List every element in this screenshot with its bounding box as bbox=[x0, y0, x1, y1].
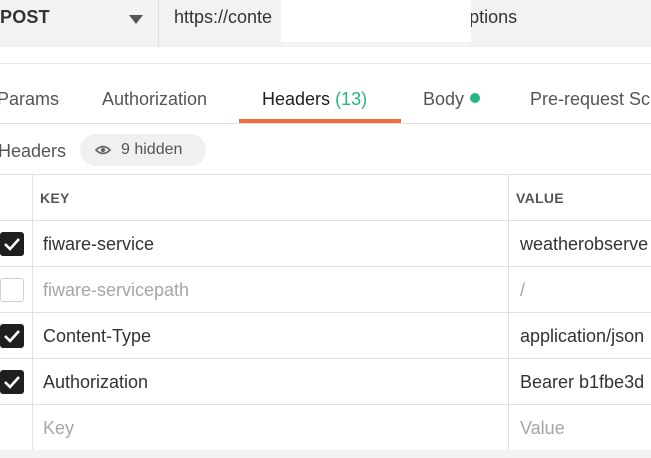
tab-pre-request-script[interactable]: Pre-request Sc bbox=[530, 89, 650, 110]
header-key-cell[interactable]: fiware-servicepath bbox=[43, 280, 189, 301]
new-value-input[interactable]: Value bbox=[520, 418, 565, 439]
check-icon bbox=[4, 330, 20, 343]
tab-params[interactable]: Params bbox=[0, 89, 59, 110]
tab-body-label: Body bbox=[423, 89, 465, 109]
headers-table: KEY VALUE fiware-service weatherobserve … bbox=[0, 174, 651, 451]
new-header-row: Key Value bbox=[0, 405, 651, 451]
header-value-cell[interactable]: Bearer b1fbe3d bbox=[520, 372, 644, 393]
table-row: Content-Type application/json bbox=[0, 313, 651, 359]
url-input[interactable]: https://conte 2/subscriptions bbox=[159, 0, 651, 47]
tab-body[interactable]: Body bbox=[423, 89, 481, 110]
table-row: Authorization Bearer b1fbe3d bbox=[0, 359, 651, 405]
method-label: POST bbox=[0, 7, 50, 27]
header-key-cell[interactable]: Authorization bbox=[43, 372, 148, 393]
row-enable-checkbox[interactable] bbox=[0, 324, 24, 348]
content-indicator-dot bbox=[470, 93, 481, 104]
chevron-down-icon bbox=[129, 15, 143, 24]
column-divider bbox=[32, 175, 33, 451]
check-icon bbox=[4, 238, 20, 251]
tab-authorization[interactable]: Authorization bbox=[102, 89, 207, 110]
check-icon bbox=[4, 376, 20, 389]
column-divider bbox=[508, 175, 509, 451]
request-tabs: Params Authorization Headers (13) Body P… bbox=[0, 64, 651, 124]
header-value-cell[interactable]: application/json bbox=[520, 326, 644, 347]
table-header-row: KEY VALUE bbox=[0, 175, 651, 221]
new-key-input[interactable]: Key bbox=[43, 418, 74, 439]
table-row: fiware-servicepath / bbox=[0, 267, 651, 313]
table-row: fiware-service weatherobserve bbox=[0, 221, 651, 267]
hidden-count-label: 9 hidden bbox=[121, 141, 183, 158]
tab-headers-label: Headers bbox=[262, 89, 331, 109]
row-enable-checkbox[interactable] bbox=[0, 370, 24, 394]
redaction-box bbox=[439, 0, 471, 42]
column-header-value: VALUE bbox=[516, 190, 564, 206]
column-header-key: KEY bbox=[40, 190, 70, 206]
active-tab-indicator bbox=[239, 119, 401, 123]
header-value-cell[interactable]: / bbox=[520, 280, 525, 301]
header-key-cell[interactable]: fiware-service bbox=[43, 234, 154, 255]
eye-icon bbox=[95, 145, 111, 155]
header-key-cell[interactable]: Content-Type bbox=[43, 326, 151, 347]
table-footer bbox=[0, 450, 651, 458]
tab-headers[interactable]: Headers (13) bbox=[262, 89, 367, 110]
headers-section-title: Headers bbox=[0, 141, 67, 161]
method-select[interactable]: POST bbox=[0, 0, 159, 47]
tab-headers-count: (13) bbox=[335, 89, 368, 109]
header-value-cell[interactable]: weatherobserve bbox=[520, 234, 648, 255]
spacer bbox=[0, 47, 651, 64]
hidden-headers-toggle[interactable]: 9 hidden bbox=[80, 134, 206, 166]
url-bar: POST https://conte 2/subscriptions bbox=[0, 0, 651, 47]
row-enable-checkbox[interactable] bbox=[0, 278, 24, 302]
row-enable-checkbox[interactable] bbox=[0, 232, 24, 256]
